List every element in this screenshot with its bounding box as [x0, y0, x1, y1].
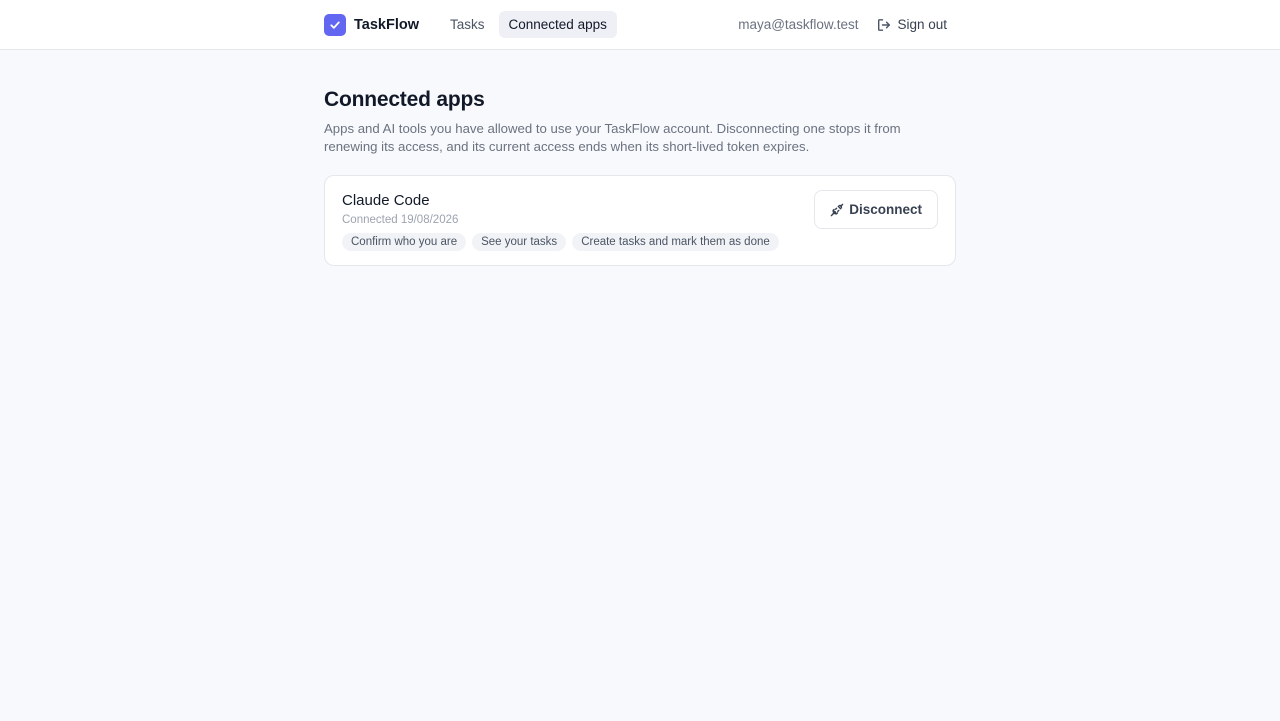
- sign-out-button[interactable]: Sign out: [868, 11, 956, 38]
- disconnect-button[interactable]: Disconnect: [814, 190, 938, 229]
- nav-connected-apps[interactable]: Connected apps: [498, 11, 617, 38]
- disconnect-label: Disconnect: [849, 202, 922, 217]
- brand-name: TaskFlow: [354, 16, 419, 33]
- page-title: Connected apps: [324, 88, 485, 111]
- user-area: maya@taskflow.test Sign out: [738, 11, 956, 38]
- scope-badge: See your tasks: [472, 233, 567, 251]
- sign-out-icon: [877, 18, 891, 32]
- unplug-icon: [830, 203, 844, 217]
- scope-badge: Confirm who you are: [342, 233, 467, 251]
- scope-list: Confirm who you are See your tasks Creat…: [342, 233, 938, 251]
- nav-tasks[interactable]: Tasks: [440, 11, 495, 38]
- page-description: Apps and AI tools you have allowed to us…: [324, 121, 901, 154]
- scope-badge: Create tasks and mark them as done: [572, 233, 779, 251]
- top-bar: TaskFlow Tasks Connected apps maya@taskf…: [0, 0, 1280, 50]
- check-icon: [324, 13, 346, 36]
- top-bar-inner: TaskFlow Tasks Connected apps maya@taskf…: [324, 0, 956, 49]
- connected-app-card: Claude Code Connected 19/08/2026 Confirm…: [324, 175, 956, 266]
- main-nav: Tasks Connected apps: [440, 11, 617, 38]
- user-email: maya@taskflow.test: [738, 17, 859, 32]
- main-content: Connected apps Apps and AI tools you hav…: [324, 88, 956, 266]
- sign-out-label: Sign out: [897, 17, 947, 32]
